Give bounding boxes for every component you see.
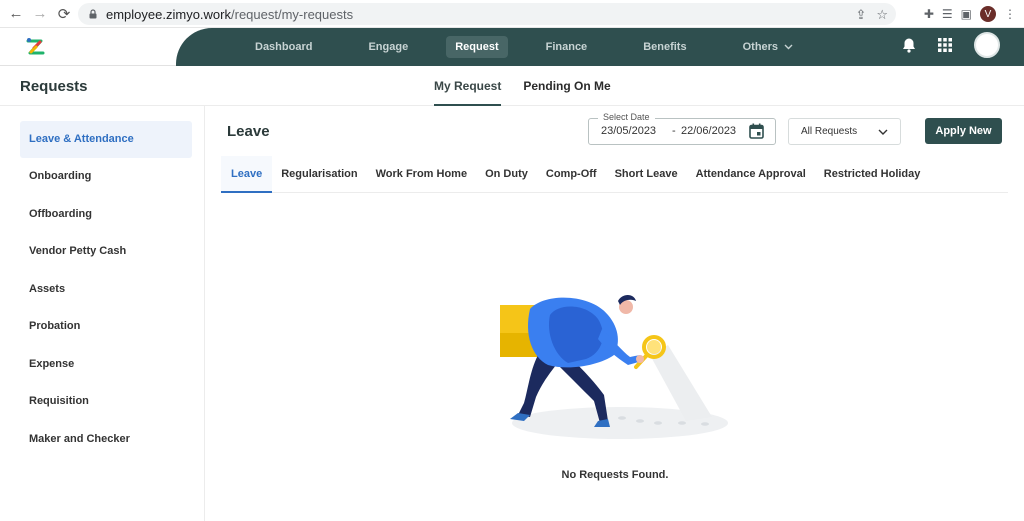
nav-request[interactable]: Request (446, 36, 508, 58)
top-navigation: Dashboard Engage Request Finance Benefit… (176, 28, 1024, 66)
url-host: employee.zimyo.work (106, 6, 231, 22)
forward-arrow-icon[interactable]: → (28, 2, 52, 26)
tab-leave[interactable]: Leave (221, 156, 273, 193)
date-to-value[interactable]: 22/06/2023 (681, 125, 736, 137)
leave-category-tabs: Leave Regularisation Work From Home On D… (221, 156, 1008, 193)
tab-on-duty[interactable]: On Duty (476, 156, 537, 192)
empty-state-message: No Requests Found. (561, 469, 669, 481)
extensions-puzzle-icon[interactable]: ✚ (924, 7, 934, 21)
notification-bell-icon[interactable] (902, 37, 916, 53)
nav-dashboard[interactable]: Dashboard (246, 36, 321, 58)
nav-others-label: Others (742, 41, 779, 53)
tab-short-leave[interactable]: Short Leave (606, 156, 687, 192)
sidebar-item-vendor-petty-cash[interactable]: Vendor Petty Cash (20, 233, 192, 270)
tab-my-request[interactable]: My Request (434, 66, 502, 106)
sidebar-item-expense[interactable]: Expense (20, 346, 192, 383)
nav-finance[interactable]: Finance (537, 36, 597, 58)
lock-icon (89, 9, 97, 19)
nav-engage[interactable]: Engage (359, 36, 417, 58)
tab-restricted-holiday[interactable]: Restricted Holiday (815, 156, 930, 192)
tab-regularisation[interactable]: Regularisation (272, 156, 366, 192)
url-path: /request/my-requests (231, 6, 354, 22)
sidebar-item-onboarding[interactable]: Onboarding (20, 158, 192, 195)
sidebar-item-requisition[interactable]: Requisition (20, 383, 192, 420)
user-avatar[interactable] (974, 32, 1000, 58)
sidebar: Leave & Attendance Onboarding Offboardin… (0, 106, 205, 521)
browser-profile-avatar[interactable]: V (980, 6, 996, 22)
request-status-filter[interactable]: All Requests (788, 118, 901, 145)
app-header: Dashboard Engage Request Finance Benefit… (0, 28, 1024, 66)
browser-toolbar: ← → ⟳ employee.zimyo.work/request/my-req… (0, 0, 1024, 28)
share-icon[interactable]: ⇪ (855, 7, 866, 23)
sidebar-item-probation[interactable]: Probation (20, 308, 192, 345)
zimyo-logo-icon[interactable] (25, 36, 47, 58)
tab-comp-off[interactable]: Comp-Off (537, 156, 606, 192)
sidebar-item-maker-checker[interactable]: Maker and Checker (20, 421, 192, 458)
sidebar-item-leave-attendance[interactable]: Leave & Attendance (20, 121, 192, 158)
sidebar-item-offboarding[interactable]: Offboarding (20, 196, 192, 233)
back-arrow-icon[interactable]: ← (4, 2, 28, 26)
chevron-down-icon (878, 129, 888, 135)
tab-work-from-home[interactable]: Work From Home (367, 156, 476, 192)
sidebar-item-assets[interactable]: Assets (20, 271, 192, 308)
apps-grid-icon[interactable] (938, 38, 952, 52)
request-type-tabs: My Request Pending On Me (434, 66, 611, 106)
reload-icon[interactable]: ⟳ (52, 2, 76, 26)
nav-benefits[interactable]: Benefits (634, 36, 695, 58)
tab-attendance-approval[interactable]: Attendance Approval (687, 156, 815, 192)
apply-new-button[interactable]: Apply New (925, 118, 1002, 144)
date-separator: - (672, 125, 676, 137)
chevron-down-icon (784, 44, 793, 50)
browser-menu-icon[interactable]: ⋮ (1004, 7, 1016, 21)
date-range-label: Select Date (598, 112, 655, 122)
section-title: Leave (227, 123, 270, 140)
page-title: Requests (20, 78, 88, 95)
address-bar[interactable]: employee.zimyo.work/request/my-requests … (78, 3, 896, 25)
sub-header: Requests My Request Pending On Me (0, 66, 1024, 106)
side-panel-icon[interactable]: ▣ (961, 7, 972, 21)
tab-pending-on-me[interactable]: Pending On Me (523, 66, 610, 106)
request-status-filter-value: All Requests (801, 126, 858, 137)
nav-others[interactable]: Others (734, 36, 802, 58)
reading-list-icon[interactable]: ☰ (942, 7, 953, 21)
bookmark-star-icon[interactable]: ☆ (876, 7, 888, 23)
date-from-value[interactable]: 23/05/2023 (601, 125, 656, 137)
empty-state-illustration (500, 295, 728, 439)
calendar-icon[interactable] (749, 123, 764, 139)
